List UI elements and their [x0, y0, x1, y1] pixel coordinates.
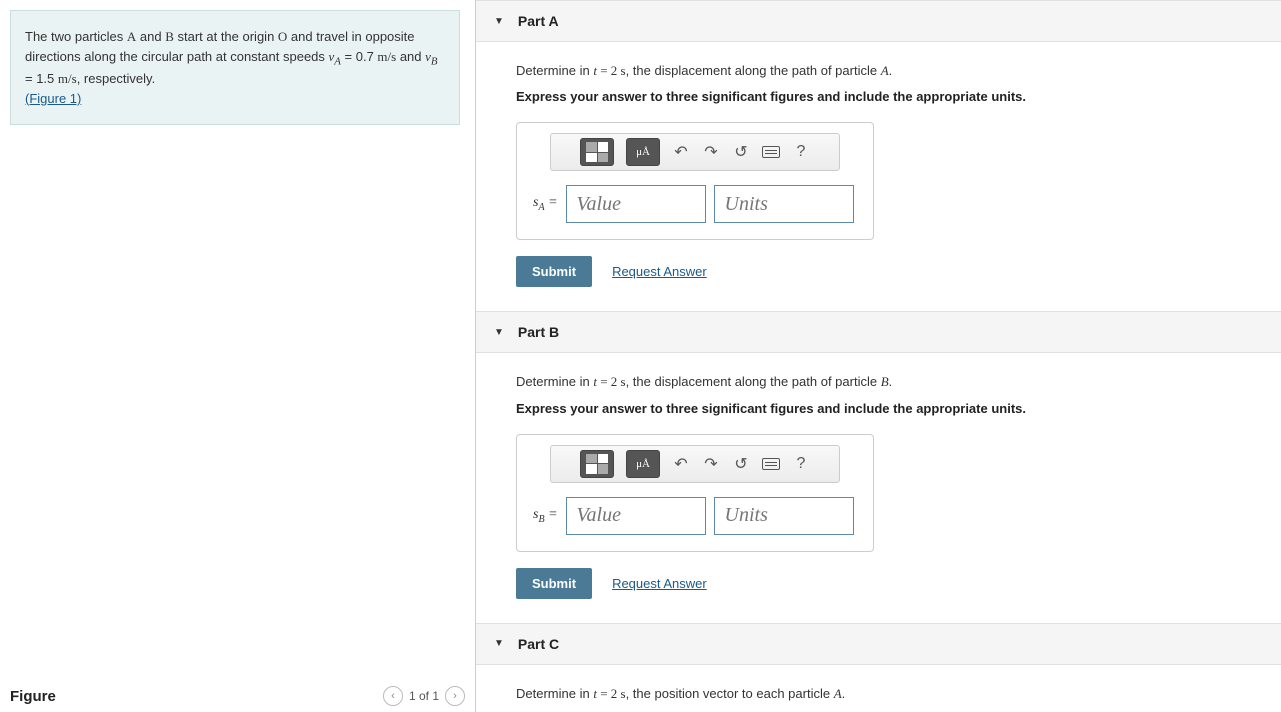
units-format-button[interactable]: μÅ: [626, 450, 660, 478]
caret-down-icon: ▼: [494, 638, 504, 649]
reset-icon[interactable]: ↺: [732, 142, 750, 162]
help-icon[interactable]: ?: [792, 143, 810, 161]
part-a-question: Determine in t = 2 s, the displacement a…: [516, 62, 1241, 80]
part-b-toolbar: μÅ ↶ ↷ ↺ ?: [550, 445, 840, 483]
particle-b: B: [165, 29, 174, 44]
text: and: [396, 49, 425, 64]
part-b-answer-box: μÅ ↶ ↷ ↺ ? sB =: [516, 434, 874, 552]
part-b-instruction: Express your answer to three significant…: [516, 400, 1241, 418]
part-c-title: Part C: [518, 636, 559, 652]
text: The two particles: [25, 29, 127, 44]
templates-icon: [586, 454, 608, 474]
origin-o: O: [278, 29, 287, 44]
reset-icon[interactable]: ↺: [732, 454, 750, 474]
sub-a: A: [334, 55, 341, 67]
text: and: [136, 29, 165, 44]
part-a-header[interactable]: ▼ Part A: [476, 0, 1281, 42]
caret-down-icon: ▼: [494, 16, 504, 27]
units-icon: μÅ: [636, 146, 650, 158]
part-b-title: Part B: [518, 324, 559, 340]
particle-a: A: [127, 29, 136, 44]
part-a-instruction: Express your answer to three significant…: [516, 88, 1241, 106]
part-a-body: Determine in t = 2 s, the displacement a…: [476, 42, 1281, 311]
part-a-variable-label: sA =: [533, 195, 558, 213]
figure-nav: ‹ 1 of 1 ›: [383, 686, 465, 706]
part-b-variable-label: sB =: [533, 507, 558, 525]
problem-statement: The two particles A and B start at the o…: [10, 10, 460, 125]
templates-button[interactable]: [580, 138, 614, 166]
figure-link[interactable]: (Figure 1): [25, 91, 81, 106]
templates-button[interactable]: [580, 450, 614, 478]
undo-icon[interactable]: ↶: [672, 454, 690, 474]
part-a-submit-button[interactable]: Submit: [516, 256, 592, 287]
figure-prev-button[interactable]: ‹: [383, 686, 403, 706]
text: start at the origin: [174, 29, 278, 44]
figure-title: Figure: [10, 688, 56, 705]
help-icon[interactable]: ?: [792, 455, 810, 473]
undo-icon[interactable]: ↶: [672, 142, 690, 162]
part-b-value-input[interactable]: [566, 497, 706, 535]
keyboard-icon[interactable]: [762, 146, 780, 158]
redo-icon[interactable]: ↷: [702, 142, 720, 162]
sub-b: B: [431, 55, 438, 67]
part-a-units-input[interactable]: [714, 185, 854, 223]
part-b-body: Determine in t = 2 s, the displacement a…: [476, 353, 1281, 622]
part-a-answer-box: μÅ ↶ ↷ ↺ ? sA =: [516, 122, 874, 240]
part-c-header[interactable]: ▼ Part C: [476, 623, 1281, 665]
part-c-question: Determine in t = 2 s, the position vecto…: [516, 685, 1241, 703]
part-a-title: Part A: [518, 13, 559, 29]
part-c-body: Determine in t = 2 s, the position vecto…: [476, 665, 1281, 712]
part-b-question: Determine in t = 2 s, the displacement a…: [516, 373, 1241, 391]
keyboard-icon[interactable]: [762, 458, 780, 470]
caret-down-icon: ▼: [494, 327, 504, 338]
part-b-request-answer-link[interactable]: Request Answer: [612, 576, 707, 591]
figure-page-indicator: 1 of 1: [409, 689, 439, 703]
unit: m/s: [377, 49, 396, 64]
unit: m/s: [58, 71, 77, 86]
part-a-value-input[interactable]: [566, 185, 706, 223]
figure-panel: Figure ‹ 1 of 1 ›: [10, 680, 465, 712]
templates-icon: [586, 142, 608, 162]
redo-icon[interactable]: ↷: [702, 454, 720, 474]
part-a-input-row: sA =: [533, 185, 857, 223]
part-b-submit-button[interactable]: Submit: [516, 568, 592, 599]
units-icon: μÅ: [636, 458, 650, 470]
part-a-request-answer-link[interactable]: Request Answer: [612, 264, 707, 279]
units-format-button[interactable]: μÅ: [626, 138, 660, 166]
text: = 1.5: [25, 71, 58, 86]
text: = 0.7: [341, 49, 378, 64]
part-a-toolbar: μÅ ↶ ↷ ↺ ?: [550, 133, 840, 171]
part-b-header[interactable]: ▼ Part B: [476, 311, 1281, 353]
text: , respectively.: [77, 71, 156, 86]
part-b-input-row: sB =: [533, 497, 857, 535]
part-b-units-input[interactable]: [714, 497, 854, 535]
figure-next-button[interactable]: ›: [445, 686, 465, 706]
